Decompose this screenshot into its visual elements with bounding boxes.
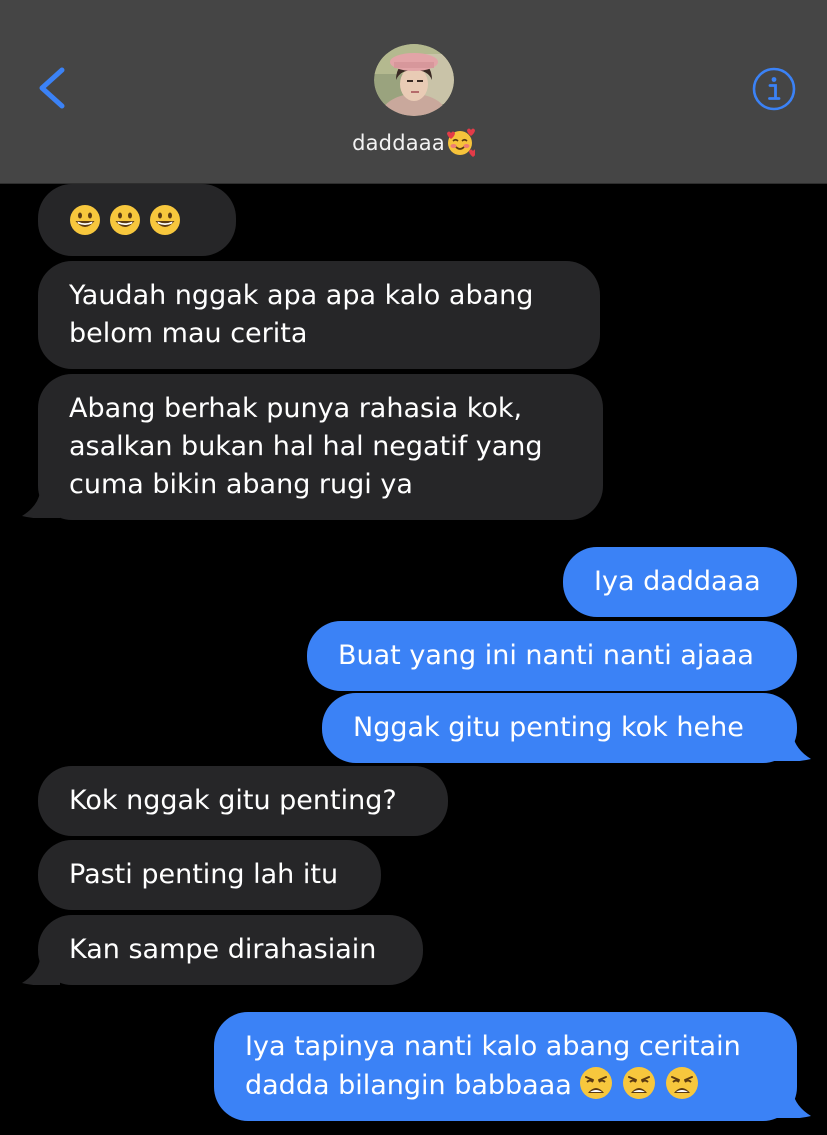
outgoing-message[interactable]: Nggak gitu penting kok hehe — [322, 693, 797, 763]
message-line-text: dadda bilangin babbaaa — [245, 1070, 572, 1101]
info-circle-icon — [752, 67, 796, 111]
message-line-with-emojis: dadda bilangin babbaaa — [245, 1066, 766, 1105]
contact-avatar[interactable] — [374, 44, 454, 116]
message-line: asalkan bukan hal hal negatif yang — [69, 431, 543, 462]
incoming-message[interactable]: Kok nggak gitu penting? — [38, 766, 448, 836]
message-line: Buat yang ini nanti nanti ajaaa — [338, 640, 754, 671]
message-line: Nggak gitu penting kok hehe — [353, 712, 744, 743]
incoming-message[interactable]: Yaudah nggak apa apa kalo abang belom ma… — [38, 261, 600, 369]
grinning-face-icon — [70, 205, 100, 235]
message-line: Kan sampe dirahasiain — [69, 934, 377, 965]
message-line: Pasti penting lah itu — [69, 859, 339, 890]
emoji-row — [69, 201, 205, 239]
info-button[interactable] — [751, 66, 797, 112]
back-button[interactable] — [30, 62, 76, 114]
incoming-message[interactable]: Kan sampe dirahasiain — [38, 915, 423, 985]
conversation-header: daddaaa — [0, 0, 827, 184]
smiling-face-with-hearts-icon — [446, 128, 477, 157]
weary-face-icon — [579, 1067, 612, 1099]
message-line: belom mau cerita — [69, 318, 308, 349]
weary-face-icon — [665, 1067, 698, 1099]
weary-face-icon — [622, 1067, 655, 1099]
message-line: Iya tapinya nanti kalo abang ceritain — [245, 1031, 741, 1062]
incoming-bubble-tail — [22, 492, 60, 518]
incoming-message[interactable]: Abang berhak punya rahasia kok, asalkan … — [38, 374, 603, 520]
message-line: Iya daddaaa — [594, 566, 761, 597]
message-line: cuma bikin abang rugi ya — [69, 469, 413, 500]
outgoing-bubble-tail — [773, 1092, 811, 1118]
outgoing-bubble-tail — [773, 735, 811, 761]
message-thread[interactable]: Yaudah nggak apa apa kalo abang belom ma… — [0, 184, 827, 1135]
contact-name-text: daddaaa — [352, 131, 445, 155]
message-line: Yaudah nggak apa apa kalo abang — [69, 280, 534, 311]
outgoing-message[interactable]: Iya tapinya nanti kalo abang ceritain da… — [214, 1012, 797, 1121]
incoming-bubble-tail — [22, 959, 60, 985]
grinning-face-icon — [150, 205, 180, 235]
incoming-message[interactable]: Pasti penting lah itu — [38, 840, 381, 910]
outgoing-message[interactable]: Buat yang ini nanti nanti ajaaa — [307, 621, 797, 691]
message-line: Kok nggak gitu penting? — [69, 785, 397, 816]
outgoing-message[interactable]: Iya daddaaa — [563, 547, 797, 617]
grinning-face-icon — [110, 205, 140, 235]
contact-name[interactable]: daddaaa — [0, 127, 827, 157]
message-line: Abang berhak punya rahasia kok, — [69, 393, 523, 424]
chevron-left-icon — [39, 67, 65, 109]
incoming-message[interactable] — [38, 184, 236, 256]
